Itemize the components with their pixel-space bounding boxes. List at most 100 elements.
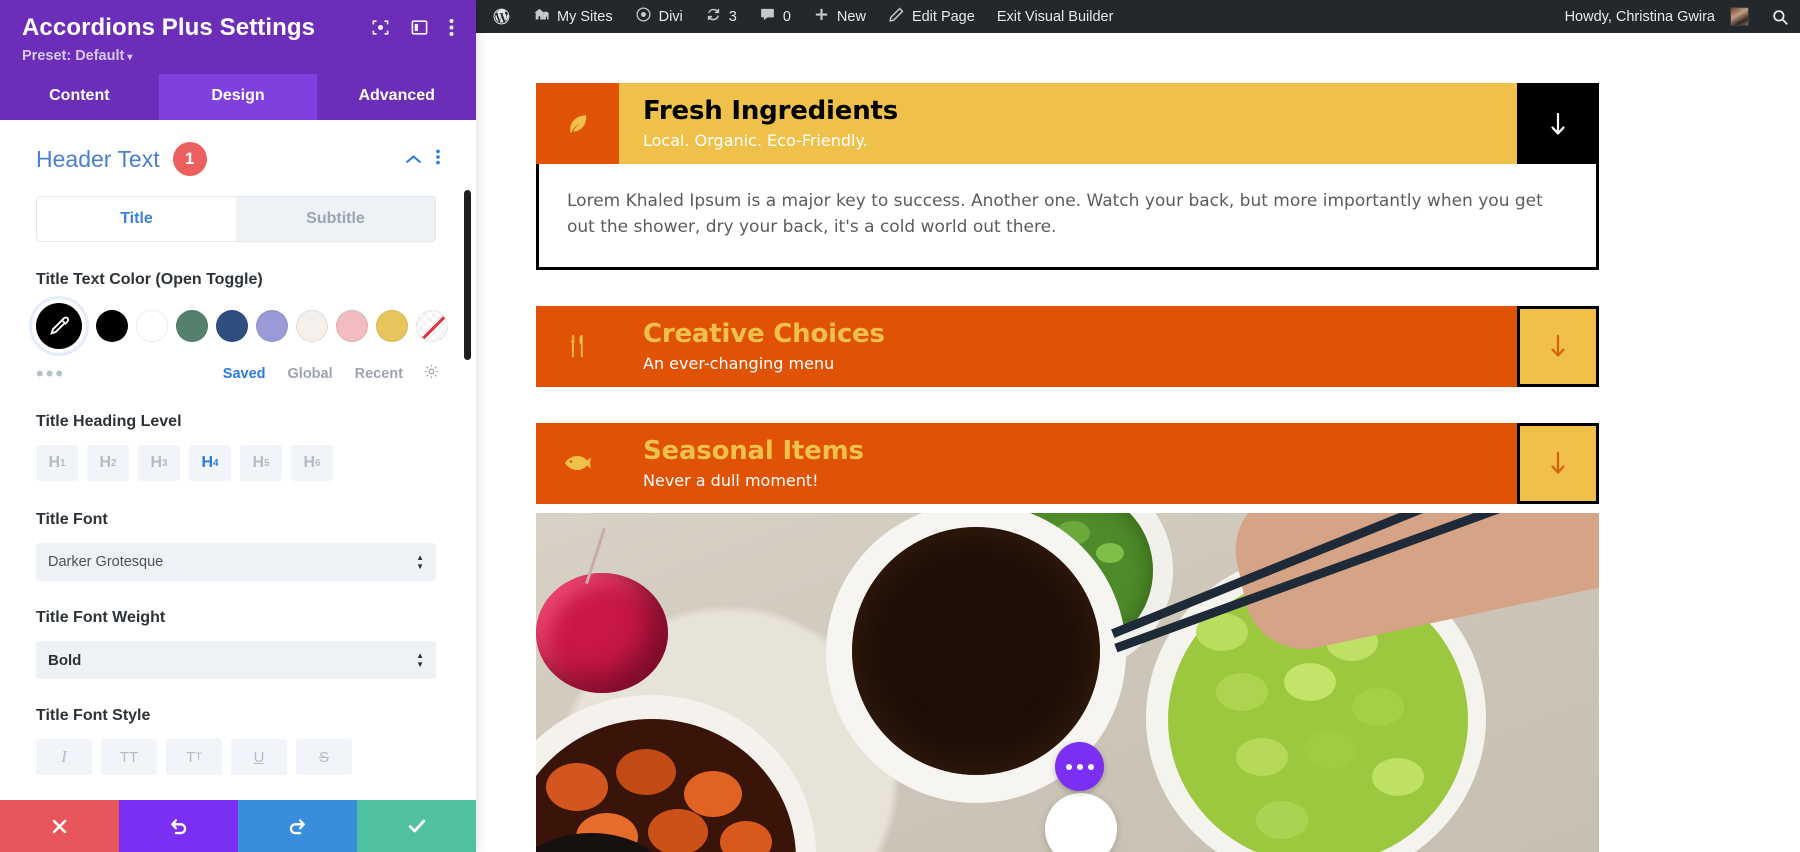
kebab-menu-icon[interactable] (449, 18, 454, 42)
accordion-header[interactable]: Creative Choices An ever-changing menu (536, 305, 1599, 387)
cancel-button[interactable] (0, 800, 119, 852)
tab-advanced[interactable]: Advanced (317, 74, 476, 120)
tab-design[interactable]: Design (158, 74, 318, 120)
eyedropper-icon[interactable] (36, 303, 82, 349)
title-font-style-label: Title Font Style (36, 707, 151, 724)
admin-bar-my-sites[interactable]: My Sites (522, 0, 624, 33)
swatch-green[interactable] (176, 310, 208, 342)
accordion-toggle-button[interactable] (1517, 305, 1599, 387)
plus-icon (813, 6, 830, 27)
chevron-down-icon: ▾ (127, 52, 133, 63)
panel-footer (0, 800, 476, 852)
heading-level-h3[interactable]: H3 (138, 445, 180, 481)
save-button[interactable] (357, 800, 476, 852)
swatch-offwhite[interactable] (296, 310, 328, 342)
target-icon[interactable] (371, 18, 390, 42)
panel-tabs: Content Design Advanced (0, 74, 476, 120)
section-header-text: Header Text 1 (36, 142, 440, 176)
swatch-transparent[interactable] (416, 310, 448, 342)
preset-selector[interactable]: Preset: Default ▾ (22, 48, 454, 64)
admin-bar-howdy[interactable]: Howdy, Christina Gwira (1549, 0, 1760, 33)
link-saved[interactable]: Saved (223, 366, 266, 382)
more-options-icon[interactable]: ••• (36, 363, 65, 385)
panel-header: Accordions Plus Settings Preset: Default… (0, 0, 476, 74)
accordion-toggle-button[interactable] (1517, 422, 1599, 504)
arrow-down-icon (1551, 335, 1565, 357)
accordion-subtitle: An ever-changing menu (643, 353, 835, 373)
admin-bar-updates[interactable]: 3 (694, 0, 748, 33)
swatch-pink[interactable] (336, 310, 368, 342)
layout-icon[interactable] (410, 18, 429, 42)
section-title: Header Text (36, 145, 160, 172)
font-style-group: I TT TT U S (36, 739, 440, 775)
divi-fab-button[interactable] (1055, 742, 1104, 791)
accordion-item: Seasonal Items Never a dull moment! (536, 422, 1599, 504)
settings-panel: Accordions Plus Settings Preset: Default… (0, 0, 476, 852)
heading-level-h2[interactable]: H2 (87, 445, 129, 481)
seg-subtitle[interactable]: Subtitle (236, 197, 435, 241)
heading-level-h4[interactable]: H4 (189, 445, 231, 481)
underline-icon[interactable]: U (231, 739, 287, 775)
accordion-toggle-button[interactable] (1517, 83, 1599, 164)
admin-bar-label: 3 (728, 8, 737, 25)
swatch-navy[interactable] (216, 310, 248, 342)
accordion-header[interactable]: Seasonal Items Never a dull moment! (536, 422, 1599, 504)
stepper-arrows-icon: ▲ ▼ (416, 553, 424, 571)
title-font-select[interactable]: Darker Grotesque ▲ ▼ (36, 543, 436, 581)
gear-icon[interactable] (423, 363, 440, 385)
accordion-list: Fresh Ingredients Local. Organic. Eco-Fr… (536, 83, 1599, 504)
accordion-header[interactable]: Fresh Ingredients Local. Organic. Eco-Fr… (536, 83, 1599, 164)
utensils-icon (536, 305, 619, 387)
kebab-menu-icon[interactable] (436, 149, 440, 170)
seg-title[interactable]: Title (37, 197, 236, 241)
panel-scrollbar-thumb[interactable] (464, 190, 471, 360)
accordion-body: Lorem Khaled Ipsum is a major key to suc… (536, 164, 1599, 270)
small-caps-icon[interactable]: TT (166, 739, 222, 775)
uppercase-icon[interactable]: TT (101, 739, 157, 775)
admin-bar-new[interactable]: New (802, 0, 877, 33)
color-meta-row: ••• Saved Global Recent (36, 363, 440, 385)
strikethrough-icon[interactable]: S (296, 739, 352, 775)
title-font-value: Darker Grotesque (48, 554, 164, 570)
italic-icon[interactable]: I (36, 739, 92, 775)
chevron-up-icon[interactable] (405, 149, 422, 170)
heading-level-h6[interactable]: H6 (291, 445, 333, 481)
leaf-icon (536, 83, 619, 164)
admin-bar-comments[interactable]: 0 (748, 0, 802, 33)
preset-label: Preset: Default (22, 48, 125, 64)
admin-bar-label: New (836, 8, 866, 25)
wordpress-icon[interactable] (476, 0, 522, 33)
admin-bar-edit-page[interactable]: Edit Page (877, 0, 986, 33)
admin-bar-label: My Sites (557, 8, 613, 25)
accordion-item: Fresh Ingredients Local. Organic. Eco-Fr… (536, 83, 1599, 270)
title-font-weight-select[interactable]: Bold ▲ ▼ (36, 641, 436, 679)
heading-level-h5[interactable]: H5 (240, 445, 282, 481)
heading-level-h1[interactable]: H1 (36, 445, 78, 481)
link-global[interactable]: Global (288, 366, 333, 382)
search-icon[interactable] (1760, 0, 1800, 33)
title-font-weight-label: Title Font Weight (36, 609, 166, 626)
arrow-down-icon (1551, 452, 1565, 474)
link-recent[interactable]: Recent (355, 366, 403, 382)
arrow-down-icon (1551, 112, 1565, 135)
swatch-white[interactable] (136, 310, 168, 342)
swatch-black[interactable] (96, 310, 128, 342)
avatar (1730, 7, 1749, 26)
sites-icon (533, 6, 550, 27)
admin-bar-divi[interactable]: Divi (624, 0, 694, 33)
admin-bar-exit-visual-builder[interactable]: Exit Visual Builder (986, 0, 1125, 33)
swatch-periwinkle[interactable] (256, 310, 288, 342)
admin-bar-label: Edit Page (911, 8, 975, 25)
ellipsis-icon (1065, 763, 1072, 770)
admin-bar-label: 0 (782, 8, 791, 25)
redo-button[interactable] (238, 800, 357, 852)
pencil-icon (888, 6, 905, 27)
tab-content[interactable]: Content (0, 74, 159, 120)
howdy-label: Howdy, Christina Gwira (1564, 8, 1715, 25)
status-badge: 1 (172, 142, 207, 176)
color-swatch-list (36, 303, 448, 349)
undo-button[interactable] (119, 800, 238, 852)
accordion-subtitle: Never a dull moment! (643, 470, 819, 490)
swatch-gold[interactable] (376, 310, 408, 342)
